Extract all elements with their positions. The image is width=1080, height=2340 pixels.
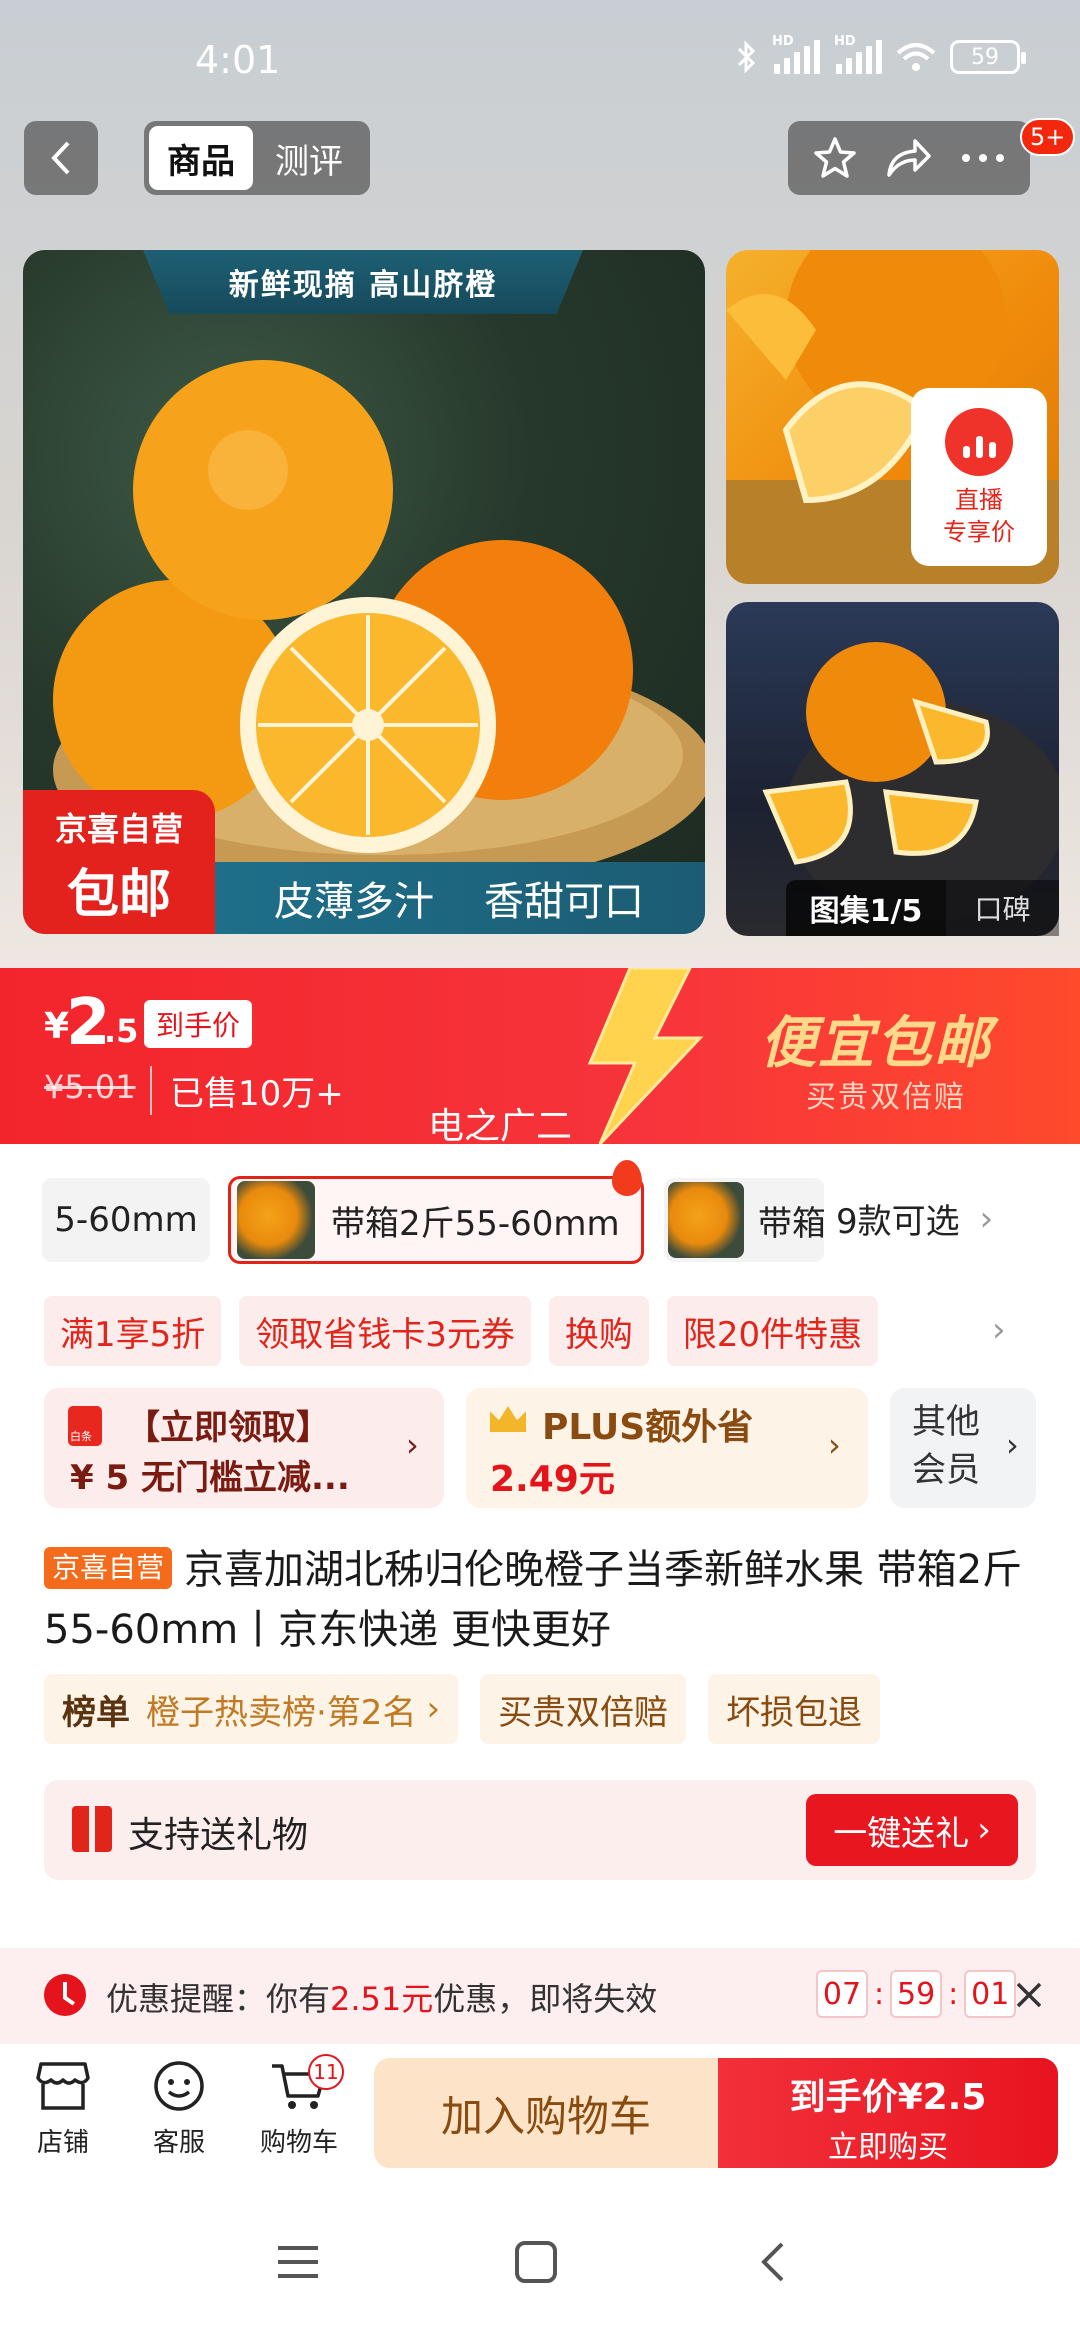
coupon-chip[interactable]: 换购	[548, 1296, 649, 1366]
customer-service-button[interactable]: 客服	[124, 2060, 234, 2159]
bottom-action-bar: 店铺 客服 11 购物车 加入购物车 到手价¥2.5 立即购买	[0, 2044, 1080, 2184]
plus-savings-card[interactable]: PLUS额外省 2.49元 ›	[466, 1388, 868, 1508]
discount-reminder-bar: 优惠提醒：你有2.51元优惠，即将失效 07: 59: 01	[0, 1948, 1080, 2044]
image-banner: 新鲜现摘 高山脐橙	[143, 250, 583, 314]
product-tabs: 商品 测评	[144, 121, 370, 195]
coupon-row: 满1享5折 领取省钱卡3元券 换购 限20件特惠	[44, 1296, 879, 1366]
other-membership-label: 其他会员	[912, 1402, 980, 1490]
coupon-chip[interactable]: 满1享5折	[44, 1296, 222, 1366]
chevron-right-icon: ›	[406, 1426, 419, 1464]
live-price-card[interactable]: 直播 专享价	[911, 388, 1047, 566]
variant-thumbnail	[668, 1182, 744, 1258]
more-variants-link[interactable]: 9款可选 ›	[836, 1194, 993, 1243]
red-packet-icon: 白条	[68, 1406, 102, 1446]
reviews-tab[interactable]: 口碑	[946, 880, 1059, 936]
variant-option[interactable]: 5-60mm	[42, 1178, 210, 1262]
chevron-right-icon: ›	[979, 1198, 994, 1239]
coupon-claim-title: 【立即领取】	[126, 1408, 330, 1448]
smiley-icon	[154, 2061, 204, 2111]
add-to-cart-button[interactable]: 加入购物车	[374, 2058, 718, 2168]
cart-count-badge: 11	[308, 2054, 344, 2090]
coupon-claim-card[interactable]: 白条 【立即领取】 ¥ 5 无门槛立减... ›	[44, 1388, 444, 1508]
reminder-text: 优惠提醒：你有2.51元优惠，即将失效	[106, 1980, 658, 2018]
signal-icon: HD	[772, 34, 820, 74]
product-title-block: 京喜自营 京喜加湖北秭归伦晚橙子当季新鲜水果 带箱2斤55-60mm丨京东快递 更…	[44, 1540, 1044, 1660]
damage-refund-tag: 坏损包退	[708, 1674, 881, 1744]
menu-icon[interactable]	[276, 2244, 320, 2280]
self-operated-badge: 京喜自营 包邮	[23, 790, 215, 934]
variant-option[interactable]: 带箱	[664, 1178, 824, 1262]
original-price: ¥5.01	[44, 1068, 136, 1106]
system-navigation-bar	[0, 2184, 1080, 2340]
lightning-icon	[587, 968, 704, 1144]
bluetooth-icon	[737, 40, 756, 74]
timer-seconds: 01	[964, 1970, 1017, 2018]
cart-button[interactable]: 11 购物车	[244, 2054, 354, 2159]
buy-now-button[interactable]: 到手价¥2.5 立即购买	[718, 2058, 1058, 2168]
product-tags: 榜单 橙子热卖榜·第2名 › 买贵双倍赔 坏损包退	[44, 1674, 881, 1744]
chevron-right-icon: ›	[1006, 1426, 1019, 1464]
chevron-right-icon[interactable]: ›	[992, 1310, 1006, 1350]
share-icon[interactable]	[885, 135, 933, 181]
close-icon[interactable]	[1014, 1980, 1044, 2010]
price-label-tag: 到手价	[144, 1000, 253, 1048]
shop-button[interactable]: 店铺	[8, 2060, 118, 2159]
back-nav-icon[interactable]	[758, 2240, 788, 2284]
gift-icon	[72, 1806, 112, 1852]
plus-savings-amount: 2.49元	[490, 1459, 615, 1500]
status-bar: 4:01 HD HD 59	[0, 0, 1080, 120]
variant-selector: 5-60mm 带箱2斤55-60mm 带箱 9款可选 ›	[0, 1160, 1080, 1268]
price-decimal: .5	[104, 1012, 139, 1050]
timer-minutes: 59	[890, 1970, 943, 2018]
status-icons: HD HD 59	[736, 34, 1026, 74]
promo-title: 便宜包邮	[760, 1011, 992, 1076]
variant-option-selected[interactable]: 带箱2斤55-60mm	[228, 1176, 644, 1264]
chevron-left-icon	[51, 141, 70, 175]
live-icon	[945, 408, 1013, 476]
wifi-icon	[896, 43, 936, 71]
watermark-text: 电之广二	[428, 1106, 573, 1147]
promo-subtitle: 买贵双倍赔	[806, 1080, 966, 1115]
home-icon[interactable]	[514, 2240, 558, 2284]
signal-icon: HD	[834, 34, 882, 74]
self-operated-tag: 京喜自营	[44, 1547, 173, 1589]
coupon-claim-desc: ¥ 5 无门槛立减...	[70, 1458, 350, 1498]
message-badge: 5+	[1020, 118, 1076, 156]
status-time: 4:01	[195, 38, 281, 82]
thumbnail-image-1[interactable]: 直播 专享价	[726, 250, 1059, 584]
star-icon[interactable]	[812, 135, 858, 181]
other-membership-card[interactable]: 其他会员 ›	[890, 1388, 1036, 1508]
variant-thumbnail	[237, 1181, 315, 1259]
main-product-image[interactable]: 新鲜现摘 高山脐橙 皮薄多汁 香甜可口 京喜自营 包邮	[23, 250, 705, 934]
crown-icon	[490, 1406, 526, 1432]
battery-icon: 59	[950, 40, 1026, 74]
slogan-part-1: 皮薄多汁	[274, 879, 434, 925]
gift-support-bar: 支持送礼物 一键送礼 ›	[44, 1780, 1036, 1880]
plus-savings-title: PLUS额外省	[542, 1407, 754, 1448]
image-slogan: 皮薄多汁 香甜可口	[213, 862, 705, 934]
chevron-right-icon: ›	[828, 1426, 841, 1464]
back-button[interactable]	[24, 121, 98, 195]
album-counter[interactable]: 图集1/5	[786, 880, 946, 936]
clock-icon	[44, 1974, 86, 2016]
ranking-tag[interactable]: 榜单 橙子热卖榜·第2名 ›	[44, 1674, 459, 1744]
coupon-chip[interactable]: 限20件特惠	[666, 1296, 879, 1366]
tab-review[interactable]: 测评	[253, 134, 365, 183]
price-protection-tag: 买贵双倍赔	[480, 1674, 687, 1744]
slogan-part-2: 香甜可口	[484, 879, 644, 925]
send-gift-button[interactable]: 一键送礼 ›	[806, 1794, 1018, 1866]
coupon-chip[interactable]: 领取省钱卡3元券	[239, 1296, 531, 1366]
hot-flame-icon	[612, 1160, 642, 1196]
shop-icon	[36, 2062, 90, 2110]
gift-support-label: 支持送礼物	[128, 1815, 309, 1856]
action-group	[788, 121, 1030, 195]
timer-hours: 07	[816, 1970, 868, 2018]
tab-product[interactable]: 商品	[149, 126, 253, 190]
countdown-timer: 07: 59: 01	[816, 1970, 1017, 2018]
sold-count: 已售10万+	[150, 1066, 344, 1115]
product-title: 京喜加湖北秭归伦晚橙子当季新鲜水果 带箱2斤55-60mm丨京东快递 更快更好	[44, 1547, 1023, 1653]
more-icon[interactable]	[960, 152, 1006, 164]
